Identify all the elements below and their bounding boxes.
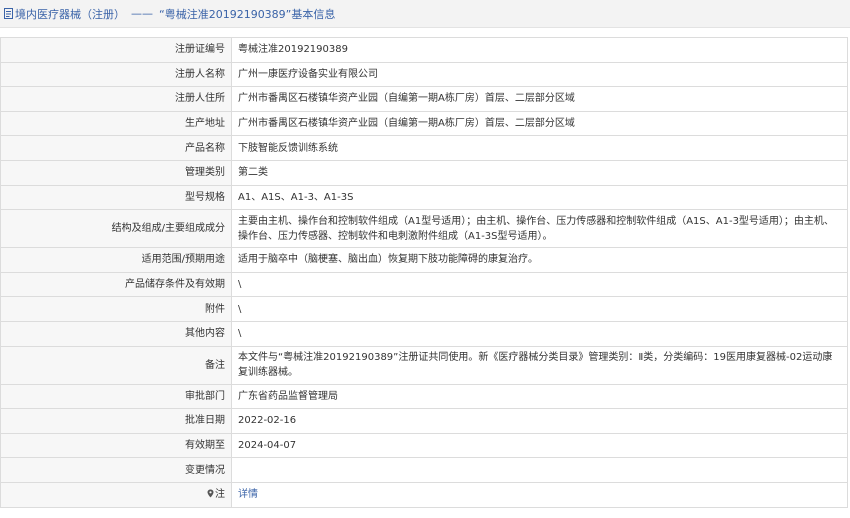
row-label: 产品名称 bbox=[0, 135, 232, 161]
row-label: 有效期至 bbox=[0, 432, 232, 459]
table-row: 变更情况 bbox=[0, 457, 848, 483]
row-label: 结构及组成/主要组成成分 bbox=[0, 209, 232, 249]
map-pin-icon bbox=[207, 489, 214, 498]
table-row: 有效期至 2024-04-07 bbox=[0, 432, 848, 459]
row-value: 本文件与“粤械注准20192190389”注册证共同使用。新《医疗器械分类目录》… bbox=[231, 345, 848, 385]
row-value: \ bbox=[231, 296, 848, 322]
row-value: 广州一康医疗设备实业有限公司 bbox=[231, 61, 848, 88]
row-value: 2024-04-07 bbox=[231, 432, 848, 459]
row-value: 第二类 bbox=[231, 159, 848, 186]
row-label: 附件 bbox=[0, 296, 232, 322]
row-label: 产品储存条件及有效期 bbox=[0, 271, 232, 298]
document-icon bbox=[4, 8, 13, 19]
header-title-main: “粤械注准20192190389”基本信息 bbox=[159, 7, 336, 21]
row-label: 型号规格 bbox=[0, 184, 232, 211]
row-value: 下肢智能反馈训练系统 bbox=[231, 135, 848, 161]
row-value: 2022-02-16 bbox=[231, 408, 848, 434]
row-label: 批准日期 bbox=[0, 408, 232, 434]
detail-table: 注册证编号 粤械注准20192190389 注册人名称 广州一康医疗设备实业有限公司… bbox=[0, 37, 848, 508]
row-label: 注册人住所 bbox=[0, 86, 232, 112]
row-value: 广州市番禺区石楼镇华资产业园（自编第一期A栋厂房）首层、二层部分区域 bbox=[231, 86, 848, 112]
table-row: 备注 本文件与“粤械注准20192190389”注册证共同使用。新《医疗器械分类目… bbox=[0, 345, 848, 385]
table-row: 适用范围/预期用途 适用于脑卒中（脑梗塞、脑出血）恢复期下肢功能障碍的康复治疗。 bbox=[0, 247, 848, 273]
row-value: 广州市番禺区石楼镇华资产业园（自编第一期A栋厂房）首层、二层部分区域 bbox=[231, 110, 848, 137]
table-row: 型号规格 A1、A1S、A1-3、A1-3S bbox=[0, 184, 848, 211]
table-row: 审批部门 广东省药品监督管理局 bbox=[0, 383, 848, 410]
row-value: A1、A1S、A1-3、A1-3S bbox=[231, 184, 848, 211]
row-label: 生产地址 bbox=[0, 110, 232, 137]
table-row: 管理类别 第二类 bbox=[0, 159, 848, 186]
row-value: 适用于脑卒中（脑梗塞、脑出血）恢复期下肢功能障碍的康复治疗。 bbox=[231, 247, 848, 273]
table-row: 产品名称 下肢智能反馈训练系统 bbox=[0, 135, 848, 161]
row-label: 审批部门 bbox=[0, 383, 232, 410]
table-row: 批准日期 2022-02-16 bbox=[0, 408, 848, 434]
details-link[interactable]: 详情 bbox=[238, 489, 258, 500]
row-value: \ bbox=[231, 271, 848, 298]
table-row: 其他内容 \ bbox=[0, 320, 848, 347]
row-label: 其他内容 bbox=[0, 320, 232, 347]
row-value: 主要由主机、操作台和控制软件组成（A1型号适用）；由主机、操作台、压力传感器和控… bbox=[231, 209, 848, 249]
note-label: 注 bbox=[215, 489, 225, 501]
row-label-note: 注 bbox=[0, 481, 232, 508]
row-label: 管理类别 bbox=[0, 159, 232, 186]
row-value bbox=[231, 457, 848, 483]
table-row: 注册证编号 粤械注准20192190389 bbox=[0, 37, 848, 63]
page-header: 境内医疗器械（注册） —— “粤械注准20192190389”基本信息 bbox=[0, 0, 850, 28]
table-row: 产品储存条件及有效期 \ bbox=[0, 271, 848, 298]
table-row: 注 详情 bbox=[0, 481, 848, 508]
row-value: \ bbox=[231, 320, 848, 347]
row-value: 详情 bbox=[231, 481, 848, 508]
row-label: 备注 bbox=[0, 345, 232, 385]
row-value: 粤械注准20192190389 bbox=[231, 37, 848, 63]
row-label: 注册人名称 bbox=[0, 61, 232, 88]
header-title-prefix: 境内医疗器械（注册） bbox=[15, 7, 125, 21]
table-row: 生产地址 广州市番禺区石楼镇华资产业园（自编第一期A栋厂房）首层、二层部分区域 bbox=[0, 110, 848, 137]
row-value: 广东省药品监督管理局 bbox=[231, 383, 848, 410]
table-row: 注册人名称 广州一康医疗设备实业有限公司 bbox=[0, 61, 848, 88]
table-row: 结构及组成/主要组成成分 主要由主机、操作台和控制软件组成（A1型号适用）；由主机… bbox=[0, 209, 848, 249]
row-label: 适用范围/预期用途 bbox=[0, 247, 232, 273]
header-separator: —— bbox=[131, 7, 153, 20]
table-row: 附件 \ bbox=[0, 296, 848, 322]
row-label: 变更情况 bbox=[0, 457, 232, 483]
row-label: 注册证编号 bbox=[0, 37, 232, 63]
table-row: 注册人住所 广州市番禺区石楼镇华资产业园（自编第一期A栋厂房）首层、二层部分区域 bbox=[0, 86, 848, 112]
